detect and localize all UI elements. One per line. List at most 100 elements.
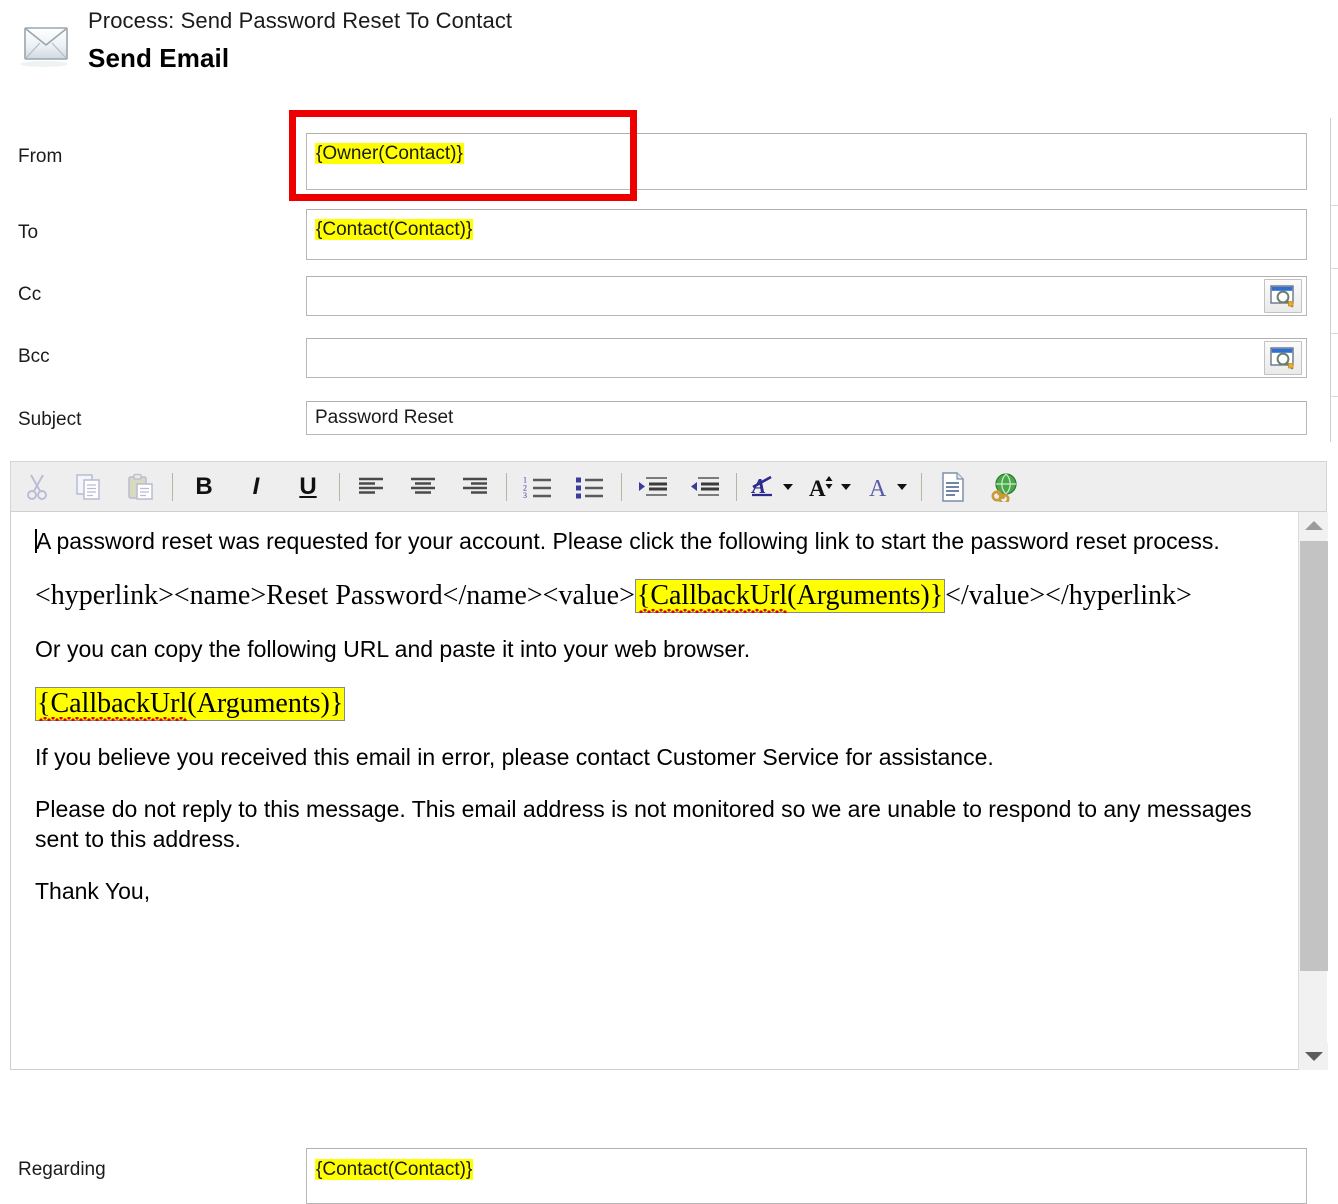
insert-hyperlink-button[interactable] (979, 461, 1031, 512)
align-right-button[interactable] (449, 461, 501, 512)
toolbar-separator (621, 472, 622, 501)
hyperlink-open-tag: <hyperlink><name>Reset Password</name><v… (35, 580, 635, 611)
align-center-icon (411, 477, 435, 494)
paste-button[interactable] (115, 461, 167, 512)
to-label: To (18, 222, 39, 243)
scroll-up-button[interactable] (1299, 512, 1328, 539)
font-color-button[interactable]: A (858, 461, 916, 512)
italic-button[interactable]: I (230, 461, 282, 512)
right-panel-edge (1330, 118, 1338, 442)
scroll-down-button[interactable] (1299, 1043, 1328, 1070)
align-center-button[interactable] (397, 461, 449, 512)
chevron-down-icon (782, 483, 793, 490)
bcc-field[interactable] (306, 338, 1307, 378)
to-field[interactable]: {Contact(Contact)} (306, 209, 1307, 260)
increase-indent-button[interactable] (627, 461, 679, 512)
body-paragraph-callback-url: {CallbackUrl(Arguments)} (35, 686, 1253, 722)
cc-field[interactable] (306, 276, 1307, 316)
email-body-content[interactable]: A password reset was requested for your … (10, 512, 1327, 1070)
insert-hyperlink-icon (991, 472, 1017, 502)
bcc-label: Bcc (18, 346, 50, 367)
from-value: {Owner(Contact)} (315, 142, 464, 166)
body-paragraph-copy-url: Or you can copy the following URL and pa… (35, 636, 751, 662)
email-envelope-icon (14, 20, 76, 72)
body-paragraph-intro-text: A password reset was requested for your … (36, 528, 1220, 554)
hyperlink-close-tag: </value></hyperlink> (945, 580, 1192, 611)
toolbar-separator (736, 472, 737, 501)
bold-label: B (195, 472, 213, 500)
send-email-form-page: Process: Send Password Reset To Contact … (0, 0, 1338, 1204)
callback-url-token-1-text: {CallbackUrl(Arguments)} (636, 580, 944, 611)
chevron-down-icon (840, 483, 851, 490)
regarding-label: Regarding (18, 1159, 106, 1180)
bulleted-list-icon (576, 477, 603, 498)
body-paragraph-signoff: Thank You, (35, 878, 151, 904)
numbered-list-button[interactable]: 1 2 3 (512, 461, 564, 512)
regarding-value-text: {Contact(Contact)} (315, 1159, 474, 1180)
page-title: Send Email (88, 43, 230, 73)
chevron-down-icon (896, 483, 907, 490)
underline-label: U (299, 472, 317, 500)
toolbar-separator (172, 472, 173, 501)
toolbar-separator (506, 472, 507, 501)
editor-scrollbar[interactable] (1298, 512, 1328, 1070)
cc-label: Cc (18, 284, 42, 305)
bulleted-list-button[interactable] (564, 461, 616, 512)
toolbar-separator (339, 472, 340, 501)
callback-url-token-1: {CallbackUrl(Arguments)} (634, 579, 946, 614)
decrease-indent-icon (691, 476, 719, 496)
copy-button[interactable] (63, 461, 115, 512)
decrease-indent-button[interactable] (679, 461, 731, 512)
callback-url-token-2-text: {CallbackUrl(Arguments)} (37, 688, 344, 719)
regarding-field[interactable]: {Contact(Contact)} (306, 1148, 1307, 1204)
to-value: {Contact(Contact)} (315, 218, 474, 242)
font-color-icon: A (869, 476, 887, 501)
body-paragraph-hyperlink-markup: <hyperlink><name>Reset Password</name><v… (35, 578, 1253, 614)
underline-button[interactable]: U (282, 461, 334, 512)
body-paragraph-no-reply: Please do not reply to this message. Thi… (35, 796, 1252, 852)
subject-field[interactable]: Password Reset (306, 401, 1307, 435)
bcc-lookup-button[interactable] (1264, 341, 1302, 375)
body-paragraph-intro: A password reset was requested for your … (35, 526, 1253, 556)
bold-button[interactable]: B (178, 461, 230, 512)
process-label: Process: Send Password Reset To Contact (88, 8, 513, 33)
increase-indent-icon (639, 476, 667, 496)
align-left-button[interactable] (345, 461, 397, 512)
lookup-icon (1270, 347, 1294, 370)
cut-button[interactable] (11, 461, 63, 512)
numbered-list-icon: 1 2 3 (523, 475, 551, 499)
regarding-value: {Contact(Contact)} (315, 1158, 474, 1182)
copy-icon (76, 473, 100, 500)
email-body-text: A password reset was requested for your … (35, 526, 1253, 928)
right-panel-divider (1330, 205, 1338, 206)
font-size-button[interactable]: A (800, 461, 858, 512)
from-label: From (18, 146, 63, 167)
spellcheck-underline (39, 717, 187, 722)
paste-icon (128, 473, 153, 500)
insert-article-button[interactable] (927, 461, 979, 512)
svg-text:3: 3 (523, 491, 527, 499)
scrollbar-thumb[interactable] (1300, 541, 1328, 971)
font-size-icon: A (809, 475, 832, 501)
to-value-text: {Contact(Contact)} (315, 219, 474, 240)
header-text-group: Process: Send Password Reset To Contact … (88, 6, 512, 76)
scroll-up-arrow-icon (1304, 521, 1323, 530)
subject-label: Subject (18, 409, 82, 430)
email-body-editor: B I U 1 2 3 A A A A password reset was r… (10, 461, 1328, 1070)
align-left-icon (359, 477, 383, 494)
font-style-button[interactable]: A (742, 461, 800, 512)
cc-lookup-button[interactable] (1264, 279, 1302, 313)
font-style-icon: A (750, 474, 772, 498)
from-field[interactable]: {Owner(Contact)} (306, 133, 1307, 190)
align-right-icon (463, 477, 487, 494)
callback-url-token-2: {CallbackUrl(Arguments)} (35, 687, 346, 722)
page-header: Process: Send Password Reset To Contact … (0, 0, 1338, 96)
right-panel-divider (1330, 396, 1338, 397)
svg-text:A: A (869, 476, 887, 501)
spellcheck-underline (638, 609, 787, 614)
insert-article-icon (942, 471, 964, 502)
subject-value: Password Reset (315, 407, 454, 428)
italic-label: I (252, 472, 260, 500)
from-value-text: {Owner(Contact)} (315, 143, 464, 164)
body-paragraph-error-notice: If you believe you received this email i… (35, 744, 994, 770)
